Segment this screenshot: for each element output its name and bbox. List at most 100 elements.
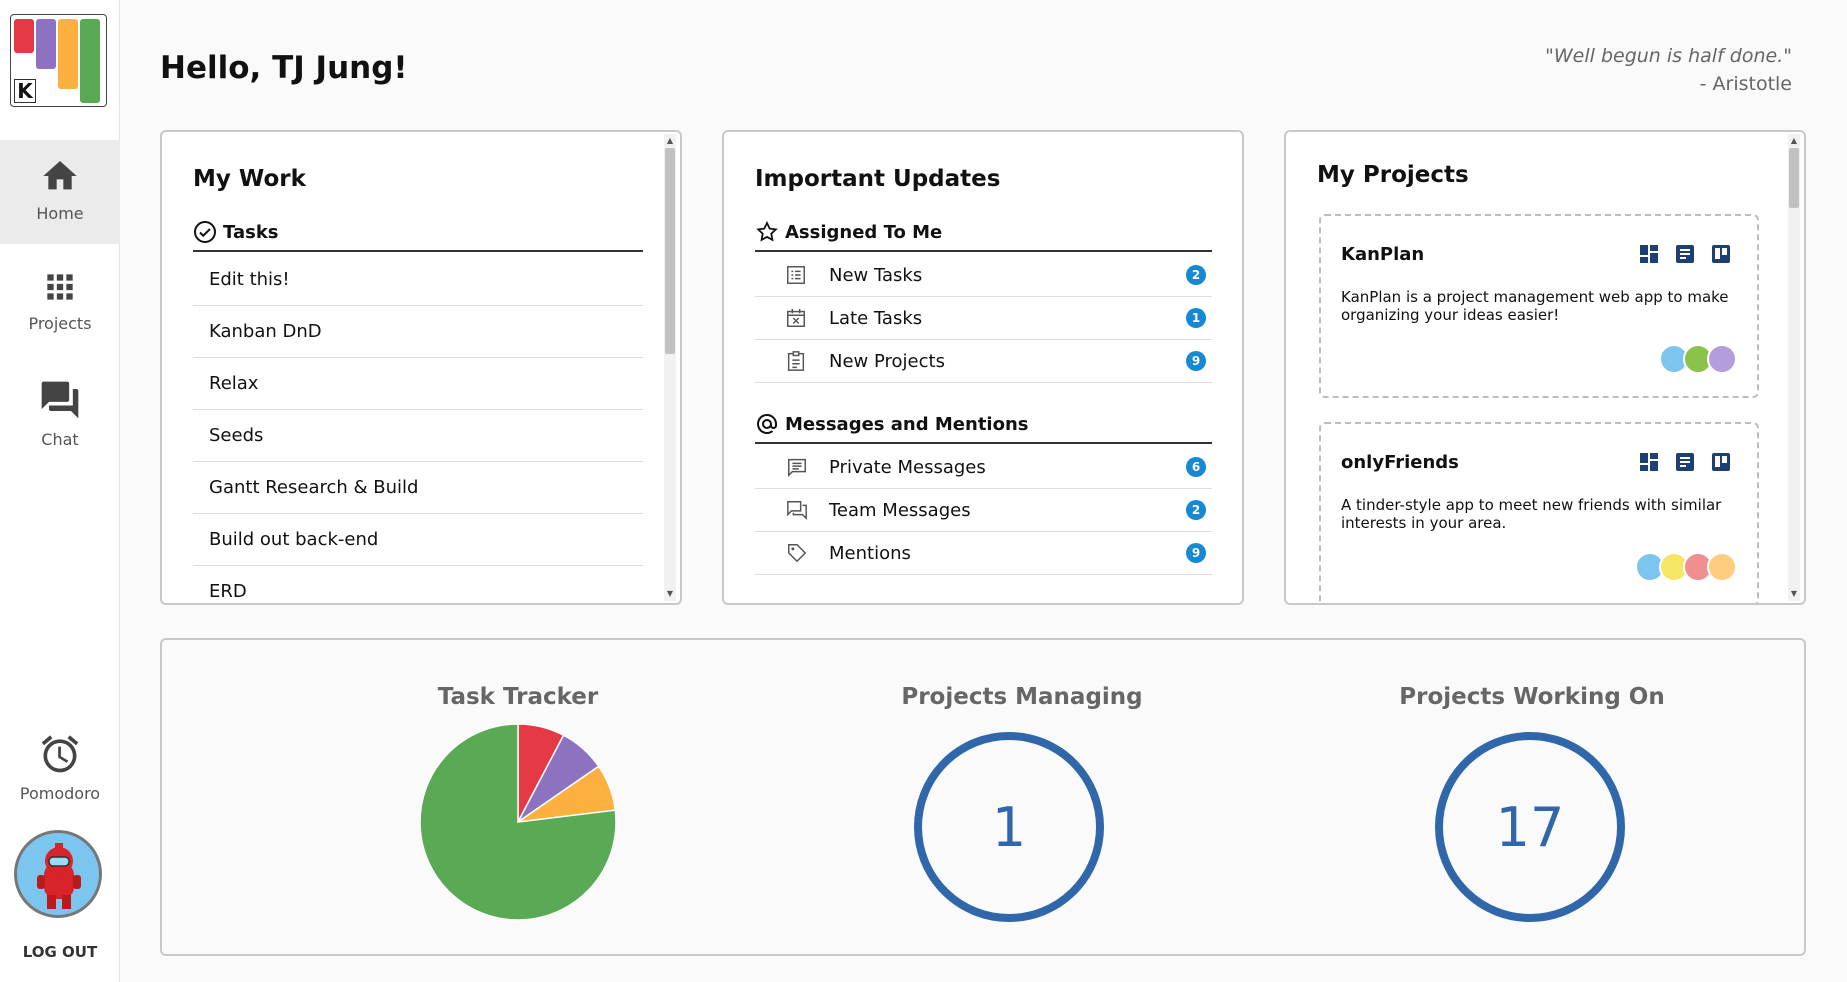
sidebar-item-label: Pomodoro	[19, 784, 101, 803]
project-view-icons	[1637, 450, 1733, 474]
count-badge: 2	[1186, 265, 1206, 285]
document-icon[interactable]	[1673, 242, 1697, 266]
logout-button[interactable]: LOG OUT	[0, 943, 120, 961]
updates-card: Important Updates Assigned To Me New Tas…	[722, 130, 1244, 605]
card-title: My Projects	[1317, 162, 1469, 188]
member-avatars	[1635, 552, 1737, 582]
task-item[interactable]: ERD	[193, 566, 643, 603]
document-icon[interactable]	[1673, 450, 1697, 474]
section-label: Messages and Mentions	[785, 413, 1029, 435]
my-projects-card: My Projects KanPlan KanPlan is a project…	[1284, 130, 1806, 605]
sidebar-item-chat[interactable]: Chat	[0, 370, 120, 474]
sidebar: K Home Projects Chat Pomodoro LOG OUT	[0, 0, 120, 982]
message-icon	[788, 458, 806, 478]
update-label: Mentions	[829, 542, 911, 564]
update-row-team-messages[interactable]: Team Messages 2	[755, 489, 1212, 532]
section-label: Tasks	[223, 221, 279, 243]
clipboard-icon	[787, 351, 805, 371]
star-icon	[756, 220, 778, 242]
quote-text: "Well begun is half done."	[1545, 45, 1792, 67]
update-label: Private Messages	[829, 456, 986, 478]
messages-section-header: Messages and Mentions	[755, 406, 1212, 444]
count-badge: 9	[1186, 351, 1206, 371]
calendar-x-icon	[787, 308, 805, 327]
app-logo[interactable]: K	[10, 14, 107, 107]
task-item[interactable]: Seeds	[193, 410, 643, 462]
project-card-onlyfriends[interactable]: onlyFriends A tinder-style app to meet n…	[1319, 422, 1759, 603]
count-badge: 2	[1186, 500, 1206, 520]
kanban-board-icon[interactable]	[1709, 242, 1733, 266]
update-row-new-tasks[interactable]: New Tasks 2	[755, 254, 1212, 297]
project-description: A tinder-style app to meet new friends w…	[1341, 496, 1722, 532]
scroll-up-icon[interactable]: ▲	[664, 136, 676, 146]
member-avatar[interactable]	[1707, 552, 1737, 582]
sidebar-item-label: Chat	[41, 430, 79, 449]
chat-icon	[41, 381, 79, 419]
scrollbar[interactable]: ▲ ▼	[664, 134, 676, 601]
list-icon	[787, 266, 805, 284]
projects-managing-title: Projects Managing	[901, 684, 1143, 710]
update-row-mentions[interactable]: Mentions 9	[755, 532, 1212, 575]
task-tracker-pie-chart	[419, 723, 617, 921]
tag-icon	[788, 544, 807, 563]
stats-card: Task Tracker LateTo-DoIn ProgressDone Pr…	[160, 638, 1806, 956]
projects-working-value: 17	[1435, 732, 1625, 922]
check-circle-icon	[194, 221, 216, 243]
task-tracker-title: Task Tracker	[437, 684, 599, 710]
scrollbar-thumb[interactable]	[1789, 148, 1799, 208]
update-row-new-projects[interactable]: New Projects 9	[755, 340, 1212, 383]
task-item[interactable]: Edit this!	[193, 254, 643, 306]
task-item[interactable]: Kanban DnD	[193, 306, 643, 358]
update-row-late-tasks[interactable]: Late Tasks 1	[755, 297, 1212, 340]
project-card-kanplan[interactable]: KanPlan KanPlan is a project management …	[1319, 214, 1759, 398]
alarm-clock-icon	[41, 735, 79, 773]
scroll-up-icon[interactable]: ▲	[1788, 136, 1800, 146]
project-view-icons	[1637, 242, 1733, 266]
assigned-section-header: Assigned To Me	[755, 214, 1212, 252]
dashboard-icon[interactable]	[1637, 242, 1661, 266]
logo-letter: K	[14, 79, 36, 103]
task-item[interactable]: Build out back-end	[193, 514, 643, 566]
update-label: New Projects	[829, 350, 945, 372]
projects-working-title: Projects Working On	[1399, 684, 1665, 710]
count-badge: 1	[1186, 308, 1206, 328]
count-badge: 9	[1186, 543, 1206, 563]
tasks-section-header: Tasks	[193, 214, 643, 252]
sidebar-item-pomodoro[interactable]: Pomodoro	[0, 728, 120, 832]
task-item[interactable]: Gantt Research & Build	[193, 462, 643, 514]
update-label: Team Messages	[829, 499, 971, 521]
scroll-down-icon[interactable]: ▼	[1788, 589, 1800, 599]
page-title: Hello, TJ Jung!	[160, 50, 408, 86]
member-avatars	[1659, 344, 1737, 374]
projects-managing-value: 1	[914, 732, 1104, 922]
member-avatar[interactable]	[1707, 344, 1737, 374]
user-avatar[interactable]	[14, 830, 102, 918]
sidebar-item-projects[interactable]: Projects	[0, 256, 120, 360]
sidebar-item-home[interactable]: Home	[0, 140, 120, 244]
forum-icon	[787, 501, 807, 521]
grid-icon	[47, 274, 73, 300]
card-title: My Work	[193, 166, 306, 192]
scroll-down-icon[interactable]: ▼	[664, 589, 676, 599]
at-sign-icon	[757, 413, 777, 434]
project-description: KanPlan is a project management web app …	[1341, 288, 1729, 324]
card-title: Important Updates	[755, 166, 1001, 192]
quote-author: - Aristotle	[1699, 73, 1792, 95]
count-badge: 6	[1186, 457, 1206, 477]
kanban-board-icon[interactable]	[1709, 450, 1733, 474]
project-name: KanPlan	[1341, 244, 1425, 265]
dashboard-icon[interactable]	[1637, 450, 1661, 474]
section-label: Assigned To Me	[785, 221, 943, 243]
task-item[interactable]: Relax	[193, 358, 643, 410]
sidebar-item-label: Home	[36, 204, 84, 223]
sidebar-item-label: Projects	[28, 314, 92, 333]
scrollbar-thumb[interactable]	[665, 148, 675, 354]
project-name: onlyFriends	[1341, 452, 1459, 473]
quote: "Well begun is half done." - Aristotle	[1545, 42, 1792, 98]
my-work-card: My Work Tasks Edit this! Kanban DnD Rela…	[160, 130, 682, 605]
scrollbar[interactable]: ▲ ▼	[1788, 134, 1800, 601]
update-row-private-messages[interactable]: Private Messages 6	[755, 446, 1212, 489]
update-label: New Tasks	[829, 264, 923, 286]
home-icon	[43, 161, 77, 190]
update-label: Late Tasks	[829, 307, 923, 329]
